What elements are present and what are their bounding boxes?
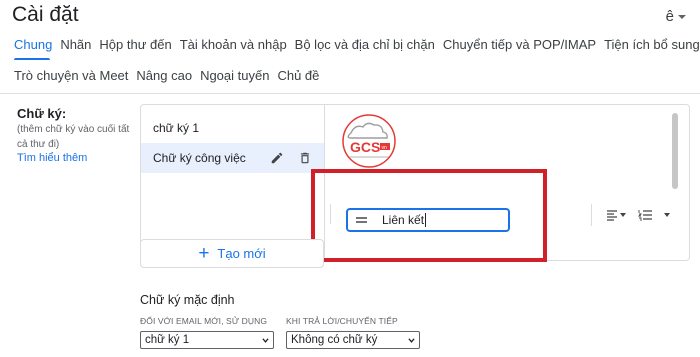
chevron-down-icon <box>262 338 269 343</box>
new-email-label: ĐỐI VỚI EMAIL MỚI, SỬ DỤNG <box>140 316 268 326</box>
more-icon[interactable] <box>664 207 676 223</box>
settings-tabs-row-1: Chung Nhãn Hộp thư đến Tài khoản và nhập… <box>12 36 700 54</box>
signature-item-label: Chữ ký công việc <box>153 151 246 165</box>
signature-label: Chữ ký: <box>17 106 67 121</box>
learn-more-link[interactable]: Tìm hiểu thêm <box>17 152 87 164</box>
reply-forward-signature-select[interactable]: Không có chữ ký <box>286 331 420 349</box>
logo-text: GCS <box>350 139 380 155</box>
gcs-logo: GCS vn <box>335 113 403 169</box>
chevron-down-icon <box>678 14 686 19</box>
align-icon[interactable] <box>606 207 630 223</box>
tab-addons[interactable]: Tiện ích bổ sung <box>600 36 700 54</box>
active-tab-indicator <box>14 58 50 60</box>
signature-item-selected[interactable]: Chữ ký công việc <box>141 143 325 173</box>
tab-forwarding-pop-imap[interactable]: Chuyển tiếp và POP/IMAP <box>439 36 600 54</box>
select-value: Không có chữ ký <box>291 334 378 346</box>
signature-item-label: chữ ký 1 <box>153 121 200 135</box>
tab-advanced[interactable]: Nâng cao <box>132 67 196 85</box>
tab-general[interactable]: Chung <box>12 36 56 54</box>
plus-icon: + <box>198 243 210 264</box>
language-label: ê <box>665 8 674 25</box>
numbered-list-icon[interactable] <box>638 207 662 223</box>
tabs-divider <box>0 93 700 94</box>
chevron-down-icon <box>664 213 670 217</box>
trash-icon[interactable] <box>297 150 313 166</box>
tab-filters-blocked[interactable]: Bộ lọc và địa chỉ bị chặn <box>291 36 439 54</box>
signature-sublabel: (thêm chữ ký vào cuối tất cả thư đi) <box>17 124 130 150</box>
annotation-highlight-box <box>311 169 547 262</box>
chevron-down-icon <box>408 338 415 343</box>
signature-list: chữ ký 1 Chữ ký công việc <box>140 104 325 261</box>
select-value: chữ ký 1 <box>145 334 190 346</box>
tab-themes[interactable]: Chủ đề <box>273 67 323 85</box>
language-switcher[interactable]: ê <box>666 8 686 25</box>
tab-offline[interactable]: Ngoại tuyến <box>196 67 273 85</box>
toolbar-divider <box>591 204 592 226</box>
chevron-down-icon <box>620 213 626 217</box>
reply-forward-label: KHI TRẢ LỜI/CHUYỂN TIẾP <box>286 316 398 326</box>
create-new-label: Tạo mới <box>217 246 266 261</box>
settings-tabs-row-2: Trò chuyện và Meet Nâng cao Ngoại tuyến … <box>12 67 323 85</box>
page-title: Cài đặt <box>12 3 79 26</box>
tab-accounts-import[interactable]: Tài khoản và nhập <box>176 36 291 54</box>
default-signature-title: Chữ ký mặc định <box>140 293 235 307</box>
create-new-signature-button[interactable]: + Tạo mới <box>140 239 324 268</box>
signature-item[interactable]: chữ ký 1 <box>141 115 325 141</box>
tab-chat-meet[interactable]: Trò chuyện và Meet <box>12 67 132 85</box>
tab-labels[interactable]: Nhãn <box>56 36 95 54</box>
tab-inbox[interactable]: Hộp thư đến <box>95 36 175 54</box>
logo-suffix: vn <box>382 145 388 151</box>
editor-scrollbar[interactable] <box>672 113 678 189</box>
pencil-icon[interactable] <box>269 150 285 166</box>
new-email-signature-select[interactable]: chữ ký 1 <box>140 331 274 349</box>
